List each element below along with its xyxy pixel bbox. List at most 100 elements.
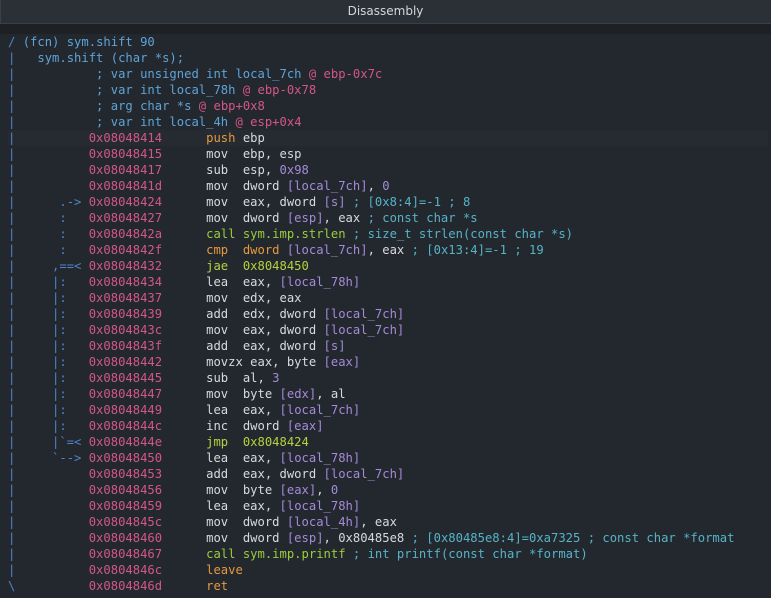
instruction-operand: sym.imp.printf	[235, 547, 353, 561]
instruction-address: 0x0804846c	[88, 563, 163, 577]
instruction-line[interactable]: | 0x08048453 add eax, dword [local_7ch]	[8, 466, 768, 482]
instruction-line[interactable]: | 0x0804846c leave	[8, 562, 768, 578]
flow-gutter: |	[8, 67, 23, 81]
instruction-address: 0x0804843f	[88, 339, 163, 353]
instruction-operand: 0	[382, 179, 390, 193]
instruction-line[interactable]: | `--> 0x08048450 lea eax, [local_78h]	[8, 450, 768, 466]
instruction-operand: [local_7ch]	[323, 323, 405, 337]
flow-gutter: |	[8, 547, 89, 561]
instruction-line[interactable]: | .-> 0x08048424 mov eax, dword [s] ; [0…	[8, 194, 768, 210]
flow-gutter: | |:	[8, 275, 89, 289]
flow-gutter: |	[8, 515, 89, 529]
instruction-operand: [s]	[323, 195, 346, 209]
disassembly-view[interactable]: / (fcn) sym.shift 90 | sym.shift (char *s…	[0, 24, 771, 598]
instruction-operand: dword	[228, 515, 287, 529]
panel-titlebar: Disassembly	[0, 0, 771, 24]
instruction-line[interactable]: | 0x0804845c mov dword [local_4h], eax	[8, 514, 768, 530]
instruction-line[interactable]: | |`=< 0x0804844e jmp 0x8048424	[8, 434, 768, 450]
instruction-line[interactable]: | |: 0x08048434 lea eax, [local_78h]	[8, 274, 768, 290]
instruction-line[interactable]: | 0x08048460 mov dword [esp], 0x80485e8 …	[8, 530, 768, 546]
instruction-address: 0x08048434	[88, 275, 163, 289]
flow-gutter: |	[8, 115, 23, 129]
instruction-address: 0x08048424	[88, 195, 163, 209]
instruction-operand: , 0x80485e8	[323, 531, 412, 545]
instruction-line[interactable]: | 0x08048456 mov byte [eax], 0	[8, 482, 768, 498]
instruction-address: 0x08048456	[88, 483, 163, 497]
instruction-line[interactable]: | |: 0x0804844c inc dword [eax]	[8, 418, 768, 434]
instruction-line[interactable]: | ,==< 0x08048432 jae 0x8048450	[8, 258, 768, 274]
instruction-mnemonic: jae	[206, 259, 229, 273]
instruction-line[interactable]: | 0x0804841d mov dword [local_7ch], 0	[8, 178, 768, 194]
header-line[interactable]: | ; var unsigned int local_7ch @ ebp-0x7…	[8, 66, 768, 82]
instruction-line[interactable]: \ 0x0804846d ret	[8, 578, 768, 594]
instruction-address: 0x0804844e	[88, 435, 163, 449]
header-text: ; var int local_78h	[22, 83, 243, 97]
header-line[interactable]: | ; var int local_4h @ esp+0x4	[8, 114, 768, 130]
header-text: @	[308, 67, 317, 81]
instruction-operand: eax,	[228, 275, 280, 289]
header-line[interactable]: | sym.shift (char *s);	[8, 50, 768, 66]
instruction-line[interactable]: | : 0x0804842f cmp dword [local_7ch], ea…	[8, 242, 768, 258]
instruction-operand: ebp, esp	[228, 147, 302, 161]
instruction-mnemonic: call	[206, 227, 236, 241]
instruction-line[interactable]: | |: 0x0804843c mov eax, dword [local_7c…	[8, 322, 768, 338]
instruction-mnemonic: cmp	[206, 243, 229, 257]
header-line[interactable]: | ; arg char *s @ ebp+0x8	[8, 98, 768, 114]
flow-gutter: |	[8, 563, 89, 577]
header-line[interactable]: / (fcn) sym.shift 90	[8, 34, 768, 50]
instruction-operand: [local_78h]	[279, 275, 361, 289]
instruction-mnemonic: mov	[206, 387, 229, 401]
instruction-line[interactable]: | 0x08048417 sub esp, 0x98	[8, 162, 768, 178]
header-text: @	[235, 115, 243, 129]
panel-title: Disassembly	[347, 4, 424, 18]
instruction-operand: ,	[367, 179, 383, 193]
instruction-line[interactable]: | |: 0x08048449 lea eax, [local_7ch]	[8, 402, 768, 418]
instruction-line[interactable]: | 0x08048467 call sym.imp.printf ; int p…	[8, 546, 768, 562]
instruction-address: 0x08048450	[88, 451, 163, 465]
instruction-line[interactable]: | : 0x08048427 mov dword [esp], eax ; co…	[8, 210, 768, 226]
instruction-line[interactable]: | 0x08048414 push ebp	[8, 130, 768, 146]
instruction-mnemonic: mov	[206, 147, 229, 161]
instruction-line[interactable]: | |: 0x08048445 sub al, 3	[8, 370, 768, 386]
instruction-line[interactable]: | 0x08048415 mov ebp, esp	[8, 146, 768, 162]
flow-gutter: | |:	[8, 387, 89, 401]
instruction-line[interactable]: | 0x08048459 lea eax, [local_78h]	[8, 498, 768, 514]
instruction-line[interactable]: | |: 0x08048439 add edx, dword [local_7c…	[8, 306, 768, 322]
flow-gutter: | .->	[8, 195, 89, 209]
header-text: @	[198, 99, 207, 113]
disassembly-lines: / (fcn) sym.shift 90 | sym.shift (char *s…	[8, 34, 768, 594]
instruction-operand: al,	[228, 371, 273, 385]
instruction-operand: sym.imp.strlen	[235, 227, 353, 241]
flow-gutter: | |:	[8, 307, 89, 321]
flow-gutter: |	[8, 51, 23, 65]
instruction-line[interactable]: | |: 0x08048442 movzx eax, byte [eax]	[8, 354, 768, 370]
instruction-address: 0x08048427	[88, 211, 163, 225]
instruction-operand: edx, eax	[228, 291, 302, 305]
header-line[interactable]: | ; var int local_78h @ ebp-0x78	[8, 82, 768, 98]
instruction-operand: dword	[228, 531, 287, 545]
instruction-mnemonic: sub	[206, 163, 229, 177]
instruction-mnemonic: mov	[206, 483, 229, 497]
instruction-operand: dword	[228, 419, 287, 433]
header-text: ebp-0x7c	[316, 67, 383, 81]
instruction-operand: eax,	[228, 403, 280, 417]
instruction-line[interactable]: | |: 0x0804843f add eax, dword [s]	[8, 338, 768, 354]
instruction-address: 0x0804842f	[88, 243, 163, 257]
instruction-operand: [local_7ch]	[286, 243, 368, 257]
instruction-operand: ; [0x80485e8:4]=0xa7325 ; const char *fo…	[411, 531, 735, 545]
instruction-line[interactable]: | : 0x0804842a call sym.imp.strlen ; siz…	[8, 226, 768, 242]
instruction-line[interactable]: | |: 0x08048447 mov byte [edx], al	[8, 386, 768, 402]
instruction-line[interactable]: | |: 0x08048437 mov edx, eax	[8, 290, 768, 306]
instruction-operand: ,	[316, 483, 331, 497]
